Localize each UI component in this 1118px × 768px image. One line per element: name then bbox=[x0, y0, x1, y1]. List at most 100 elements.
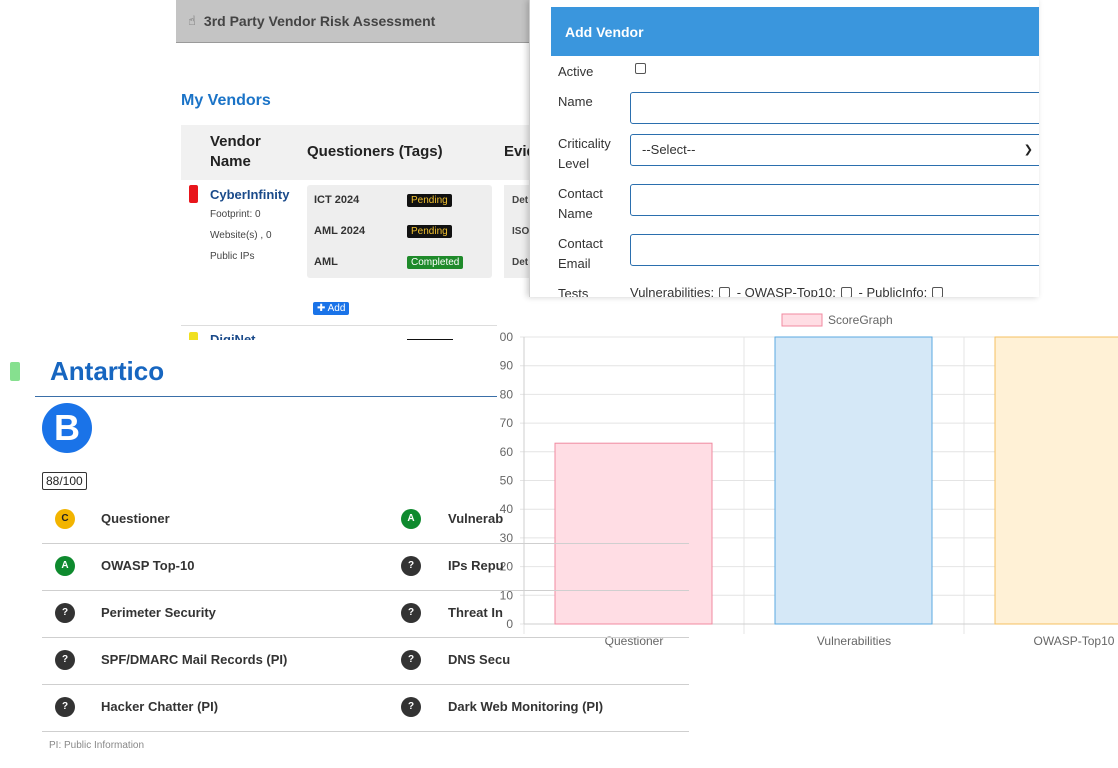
score-chart: 00 90 80 70 60 50 40 30 20 10 0 Questioner Vulnerabi… bbox=[497, 305, 1118, 660]
test-option-label: - PublicInfo: bbox=[858, 285, 928, 297]
grade-badge: B bbox=[42, 403, 92, 453]
grade-badge-small: ? bbox=[55, 697, 75, 717]
bar bbox=[994, 336, 1118, 625]
y-tick-label: 60 bbox=[500, 445, 514, 459]
test-option-label: Vulnerabilities: bbox=[630, 285, 715, 297]
score-item-label: Threat In bbox=[448, 605, 503, 620]
status-badge: Completed bbox=[407, 256, 464, 269]
contact-email-input[interactable] bbox=[630, 234, 1039, 266]
vendor-meta: Website(s) , 0 bbox=[210, 230, 272, 241]
grade-icon: ? bbox=[55, 650, 75, 670]
test-option-label: - OWASP-Top10: bbox=[736, 285, 836, 297]
grade-icon: A bbox=[55, 556, 75, 576]
vulnerabilities-checkbox[interactable] bbox=[719, 286, 731, 297]
legend-label: ScoreGraph bbox=[828, 313, 893, 327]
app-header: ☝ 3rd Party Vendor Risk Assessment bbox=[176, 0, 536, 43]
name-input[interactable] bbox=[630, 92, 1039, 124]
section-title: My Vendors bbox=[181, 92, 271, 109]
criticality-select[interactable]: --Select-- ❯ bbox=[630, 134, 1039, 166]
vendor-name-link[interactable]: CyberInfinity bbox=[210, 187, 289, 202]
vendor-table-header: Vendor Name Questioners (Tags) Evid bbox=[181, 125, 541, 180]
grade-icon: ? bbox=[55, 697, 75, 717]
score-item-label: IPs Repu bbox=[448, 558, 504, 573]
x-tick-label: OWASP-Top10 bbox=[1034, 634, 1115, 648]
grade-badge-small: C bbox=[55, 509, 75, 529]
y-tick-label: 80 bbox=[500, 387, 514, 401]
grade-icon: ? bbox=[401, 650, 421, 670]
y-tick-label: 70 bbox=[500, 416, 514, 430]
score-value: 88/100 bbox=[42, 472, 87, 490]
header-questioners: Questioners (Tags) bbox=[307, 143, 443, 160]
evidence-item[interactable]: Det bbox=[512, 257, 528, 268]
score-item-label: Hacker Chatter (PI) bbox=[101, 699, 219, 714]
score-item-label: Vulnerab bbox=[448, 511, 504, 526]
grade-icon: C bbox=[55, 509, 75, 529]
table-row: CyberInfinity Footprint: 0 Website(s) , … bbox=[181, 180, 541, 326]
modal-title: Add Vendor bbox=[551, 7, 1039, 56]
grade-icon: A bbox=[401, 509, 421, 529]
bar bbox=[554, 442, 713, 625]
vendor-meta: Footprint: 0 bbox=[210, 209, 261, 220]
tests-label: Tests bbox=[558, 286, 589, 297]
questioner-tag[interactable]: ICT 2024 bbox=[314, 194, 359, 206]
vendor-title: Antartico bbox=[50, 356, 165, 386]
grade-badge-small: ? bbox=[55, 603, 75, 623]
grade-badge-small: ? bbox=[55, 650, 75, 670]
status-badge: Pending bbox=[407, 225, 452, 238]
title-divider bbox=[35, 396, 497, 397]
grade-badge-small: A bbox=[401, 509, 421, 529]
contact-name-input[interactable] bbox=[630, 184, 1039, 216]
risk-flag bbox=[189, 185, 198, 203]
active-label: Active bbox=[558, 64, 594, 79]
score-item-label: Dark Web Monitoring (PI) bbox=[448, 699, 604, 714]
criticality-value: --Select-- bbox=[642, 142, 696, 157]
header-vendor-name: Vendor Name bbox=[210, 133, 261, 170]
vendor-meta: Public IPs bbox=[210, 251, 255, 262]
y-tick-label: 00 bbox=[500, 330, 514, 344]
contact-email-label: Contact Email bbox=[558, 236, 603, 271]
grade-badge-small: A bbox=[55, 556, 75, 576]
grade-badge-small: ? bbox=[401, 603, 421, 623]
score-item-label: Questioner bbox=[101, 511, 170, 526]
vendor-table: Vendor Name Questioners (Tags) Evid Cybe… bbox=[181, 125, 541, 326]
grade-icon: ? bbox=[55, 603, 75, 623]
row-divider bbox=[42, 590, 689, 591]
publicinfo-checkbox[interactable] bbox=[932, 286, 944, 297]
bar bbox=[774, 336, 933, 625]
row-divider bbox=[42, 684, 689, 685]
name-label: Name bbox=[558, 94, 593, 109]
grade-badge-small: ? bbox=[401, 556, 421, 576]
status-tab bbox=[10, 362, 20, 381]
questioner-tag[interactable]: AML bbox=[314, 256, 338, 268]
status-badge: Pending bbox=[407, 194, 452, 207]
add-questioner-button[interactable]: ✚ Add bbox=[313, 302, 350, 315]
score-item-label: DNS Secu bbox=[448, 652, 511, 667]
row-divider bbox=[42, 731, 689, 732]
evidence-item[interactable]: Det bbox=[512, 195, 528, 206]
criticality-label: Criticality Level bbox=[558, 136, 611, 171]
x-tick-label: Vulnerabilities bbox=[817, 634, 891, 648]
y-tick-label: 90 bbox=[500, 359, 514, 373]
owasp-checkbox[interactable] bbox=[840, 286, 852, 297]
evidence-item[interactable]: ISO bbox=[512, 226, 529, 237]
grade-badge-small: ? bbox=[401, 650, 421, 670]
y-tick-label: 0 bbox=[506, 617, 513, 631]
score-item-label: OWASP Top-10 bbox=[101, 558, 195, 573]
row-divider bbox=[42, 543, 689, 544]
grade-badge-small: ? bbox=[401, 697, 421, 717]
score-item-label: Perimeter Security bbox=[101, 605, 216, 620]
tests-options: Vulnerabilities: - OWASP-Top10: - Public… bbox=[630, 285, 946, 297]
active-checkbox[interactable] bbox=[635, 63, 646, 74]
y-tick-label: 50 bbox=[500, 474, 514, 488]
questioner-tag[interactable]: AML 2024 bbox=[314, 225, 365, 237]
score-item-label: SPF/DMARC Mail Records (PI) bbox=[101, 652, 288, 667]
score-chart-svg: 009080706050403020100Questioner Vulnerabi… bbox=[500, 313, 1118, 648]
hand-icon: ☝ bbox=[188, 13, 196, 28]
legend-swatch bbox=[781, 313, 823, 327]
contact-name-label: Contact Name bbox=[558, 186, 603, 221]
grade-icon: ? bbox=[401, 603, 421, 623]
row-divider bbox=[42, 637, 689, 638]
chevron-down-icon: ❯ bbox=[1023, 144, 1033, 156]
grade-icon: ? bbox=[401, 697, 421, 717]
questioners-box: ICT 2024 Pending AML 2024 Pending AML Co… bbox=[307, 185, 492, 278]
